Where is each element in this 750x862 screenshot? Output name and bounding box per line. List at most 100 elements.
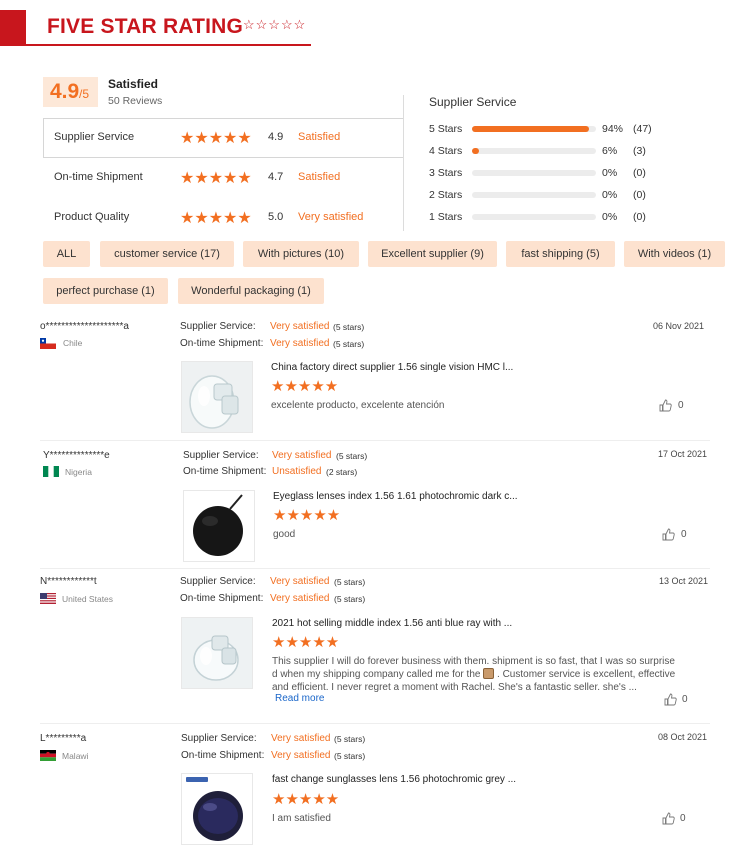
page-title: FIVE STAR RATING bbox=[47, 15, 244, 38]
metric-word: Satisfied bbox=[298, 131, 341, 143]
product-thumbnail[interactable] bbox=[181, 773, 253, 845]
reviewer-name: Y**************e bbox=[43, 450, 110, 461]
shipment-rating: Unsatisfied bbox=[272, 466, 322, 477]
metric-row-product-quality: Product Quality ★★★★★ 5.0 Very satisfied bbox=[43, 198, 404, 238]
overall-score-suffix: /5 bbox=[79, 87, 90, 101]
distribution-row: 3 Stars 0% (0) bbox=[429, 166, 729, 180]
review-date: 13 Oct 2021 bbox=[659, 576, 709, 586]
review-text-fragment: . Customer service is excellent, effecti… bbox=[497, 669, 676, 680]
review-stars-icon: ★★★★★ bbox=[273, 507, 341, 524]
service-stars-note: (5 stars) bbox=[333, 322, 365, 332]
tag-wonderful-packaging[interactable]: Wonderful packaging (1) bbox=[178, 278, 324, 304]
reviewer-name: N************t bbox=[40, 576, 97, 587]
distribution-label: 5 Stars bbox=[429, 123, 463, 135]
product-link[interactable]: 2021 hot selling middle index 1.56 anti … bbox=[272, 618, 512, 629]
tag-excellent-supplier[interactable]: Excellent supplier (9) bbox=[368, 241, 497, 267]
metric-word: Very satisfied bbox=[298, 211, 364, 223]
metric-label: On-time Shipment bbox=[54, 171, 143, 183]
distribution-row: 2 Stars 0% (0) bbox=[429, 188, 729, 202]
header-underline bbox=[26, 44, 311, 46]
distribution-percent: 0% bbox=[602, 167, 618, 179]
thumbs-up-icon[interactable] bbox=[659, 399, 672, 412]
review-divider bbox=[40, 568, 710, 569]
shipment-rating: Very satisfied bbox=[270, 338, 330, 349]
review-text: This supplier I will do forever business… bbox=[272, 655, 676, 694]
review-stars-icon: ★★★★★ bbox=[271, 378, 339, 395]
service-rating: Very satisfied bbox=[270, 321, 330, 332]
product-link[interactable]: fast change sunglasses lens 1.56 photoch… bbox=[272, 774, 516, 785]
metric-score: 4.9 bbox=[268, 131, 284, 143]
distribution-title: Supplier Service bbox=[429, 95, 517, 109]
shipment-stars-note: (2 stars) bbox=[326, 467, 358, 477]
metric-row-supplier-service: Supplier Service ★★★★★ 4.9 Satisfied bbox=[43, 118, 404, 158]
review-text-fragment: d when my shipping company called me for… bbox=[272, 669, 481, 680]
tag-fast-shipping[interactable]: fast shipping (5) bbox=[506, 241, 615, 267]
product-link[interactable]: Eyeglass lenses index 1.56 1.61 photochr… bbox=[273, 491, 518, 502]
reviewer-country: United States bbox=[62, 594, 114, 604]
review-date: 06 Nov 2021 bbox=[653, 321, 705, 331]
distribution-percent: 94% bbox=[602, 123, 624, 135]
metric-word: Satisfied bbox=[298, 171, 341, 183]
malawi-flag-icon bbox=[40, 750, 56, 761]
review-text: good bbox=[273, 529, 296, 540]
lens-image bbox=[182, 362, 252, 432]
product-thumbnail[interactable] bbox=[181, 617, 253, 689]
reviewer-name: L*********a bbox=[40, 733, 87, 744]
overall-label: Satisfied bbox=[108, 77, 159, 91]
shipment-label: On-time Shipment: bbox=[180, 338, 264, 349]
thumbs-up-icon[interactable] bbox=[662, 812, 675, 825]
tag-perfect-purchase[interactable]: perfect purchase (1) bbox=[43, 278, 168, 304]
distribution-count: (0) bbox=[633, 211, 646, 223]
metric-row-on-time-shipment: On-time Shipment ★★★★★ 4.7 Satisfied bbox=[43, 158, 404, 198]
distribution-count: (0) bbox=[633, 167, 646, 179]
service-rating: Very satisfied bbox=[271, 733, 331, 744]
review-divider bbox=[40, 723, 710, 724]
tag-customer-service[interactable]: customer service (17) bbox=[100, 241, 234, 267]
like-count: 0 bbox=[680, 813, 686, 824]
distribution-label: 2 Stars bbox=[429, 189, 463, 201]
stars-icon: ★★★★★ bbox=[180, 130, 252, 147]
shipment-rating: Very satisfied bbox=[271, 750, 331, 761]
shipment-stars-note: (5 stars) bbox=[334, 594, 366, 604]
reviewer-country: Malawi bbox=[62, 751, 89, 761]
overall-score-badge: 4.9 /5 bbox=[43, 77, 98, 107]
service-rating: Very satisfied bbox=[270, 576, 330, 587]
service-stars-note: (5 stars) bbox=[334, 734, 366, 744]
product-link[interactable]: China factory direct supplier 1.56 singl… bbox=[271, 362, 513, 373]
nigeria-flag-icon bbox=[43, 466, 59, 477]
review-stars-icon: ★★★★★ bbox=[272, 791, 340, 808]
tag-all[interactable]: ALL bbox=[43, 241, 90, 267]
thumbs-up-icon[interactable] bbox=[664, 693, 677, 706]
like-count: 0 bbox=[682, 694, 688, 705]
tag-with-videos[interactable]: With videos (1) bbox=[624, 241, 725, 267]
header-stars-icon: ☆☆☆☆☆ bbox=[243, 17, 307, 32]
distribution-row: 5 Stars 94% (47) bbox=[429, 122, 729, 136]
distribution-percent: 0% bbox=[602, 211, 618, 223]
overall-score: 4.9 bbox=[50, 80, 80, 103]
shipment-label: On-time Shipment: bbox=[181, 750, 265, 761]
read-more-link[interactable]: Read more bbox=[275, 693, 324, 704]
reviewer-country: Chile bbox=[63, 338, 83, 348]
service-label: Supplier Service: bbox=[181, 733, 257, 744]
review-stars-icon: ★★★★★ bbox=[272, 634, 340, 651]
distribution-count: (3) bbox=[633, 145, 646, 157]
distribution-bar-track bbox=[472, 192, 596, 198]
product-thumbnail[interactable] bbox=[183, 490, 255, 562]
thumbs-up-icon[interactable] bbox=[662, 528, 675, 541]
summary-divider bbox=[403, 95, 404, 231]
distribution-percent: 0% bbox=[602, 189, 618, 201]
distribution-count: (47) bbox=[633, 123, 652, 135]
shipment-stars-note: (5 stars) bbox=[334, 751, 366, 761]
distribution-bar-track bbox=[472, 214, 596, 220]
tag-with-pictures[interactable]: With pictures (10) bbox=[243, 241, 359, 267]
lens-image bbox=[182, 774, 252, 844]
lens-image bbox=[182, 618, 252, 688]
distribution-bar-fill bbox=[472, 126, 589, 132]
shipment-stars-note: (5 stars) bbox=[333, 339, 365, 349]
header-accent-block bbox=[0, 10, 26, 46]
chile-flag-icon bbox=[40, 338, 56, 349]
distribution-label: 1 Stars bbox=[429, 211, 463, 223]
stars-icon: ★★★★★ bbox=[180, 210, 252, 227]
product-thumbnail[interactable] bbox=[181, 361, 253, 433]
review-text-line: This supplier I will do forever business… bbox=[272, 656, 675, 667]
